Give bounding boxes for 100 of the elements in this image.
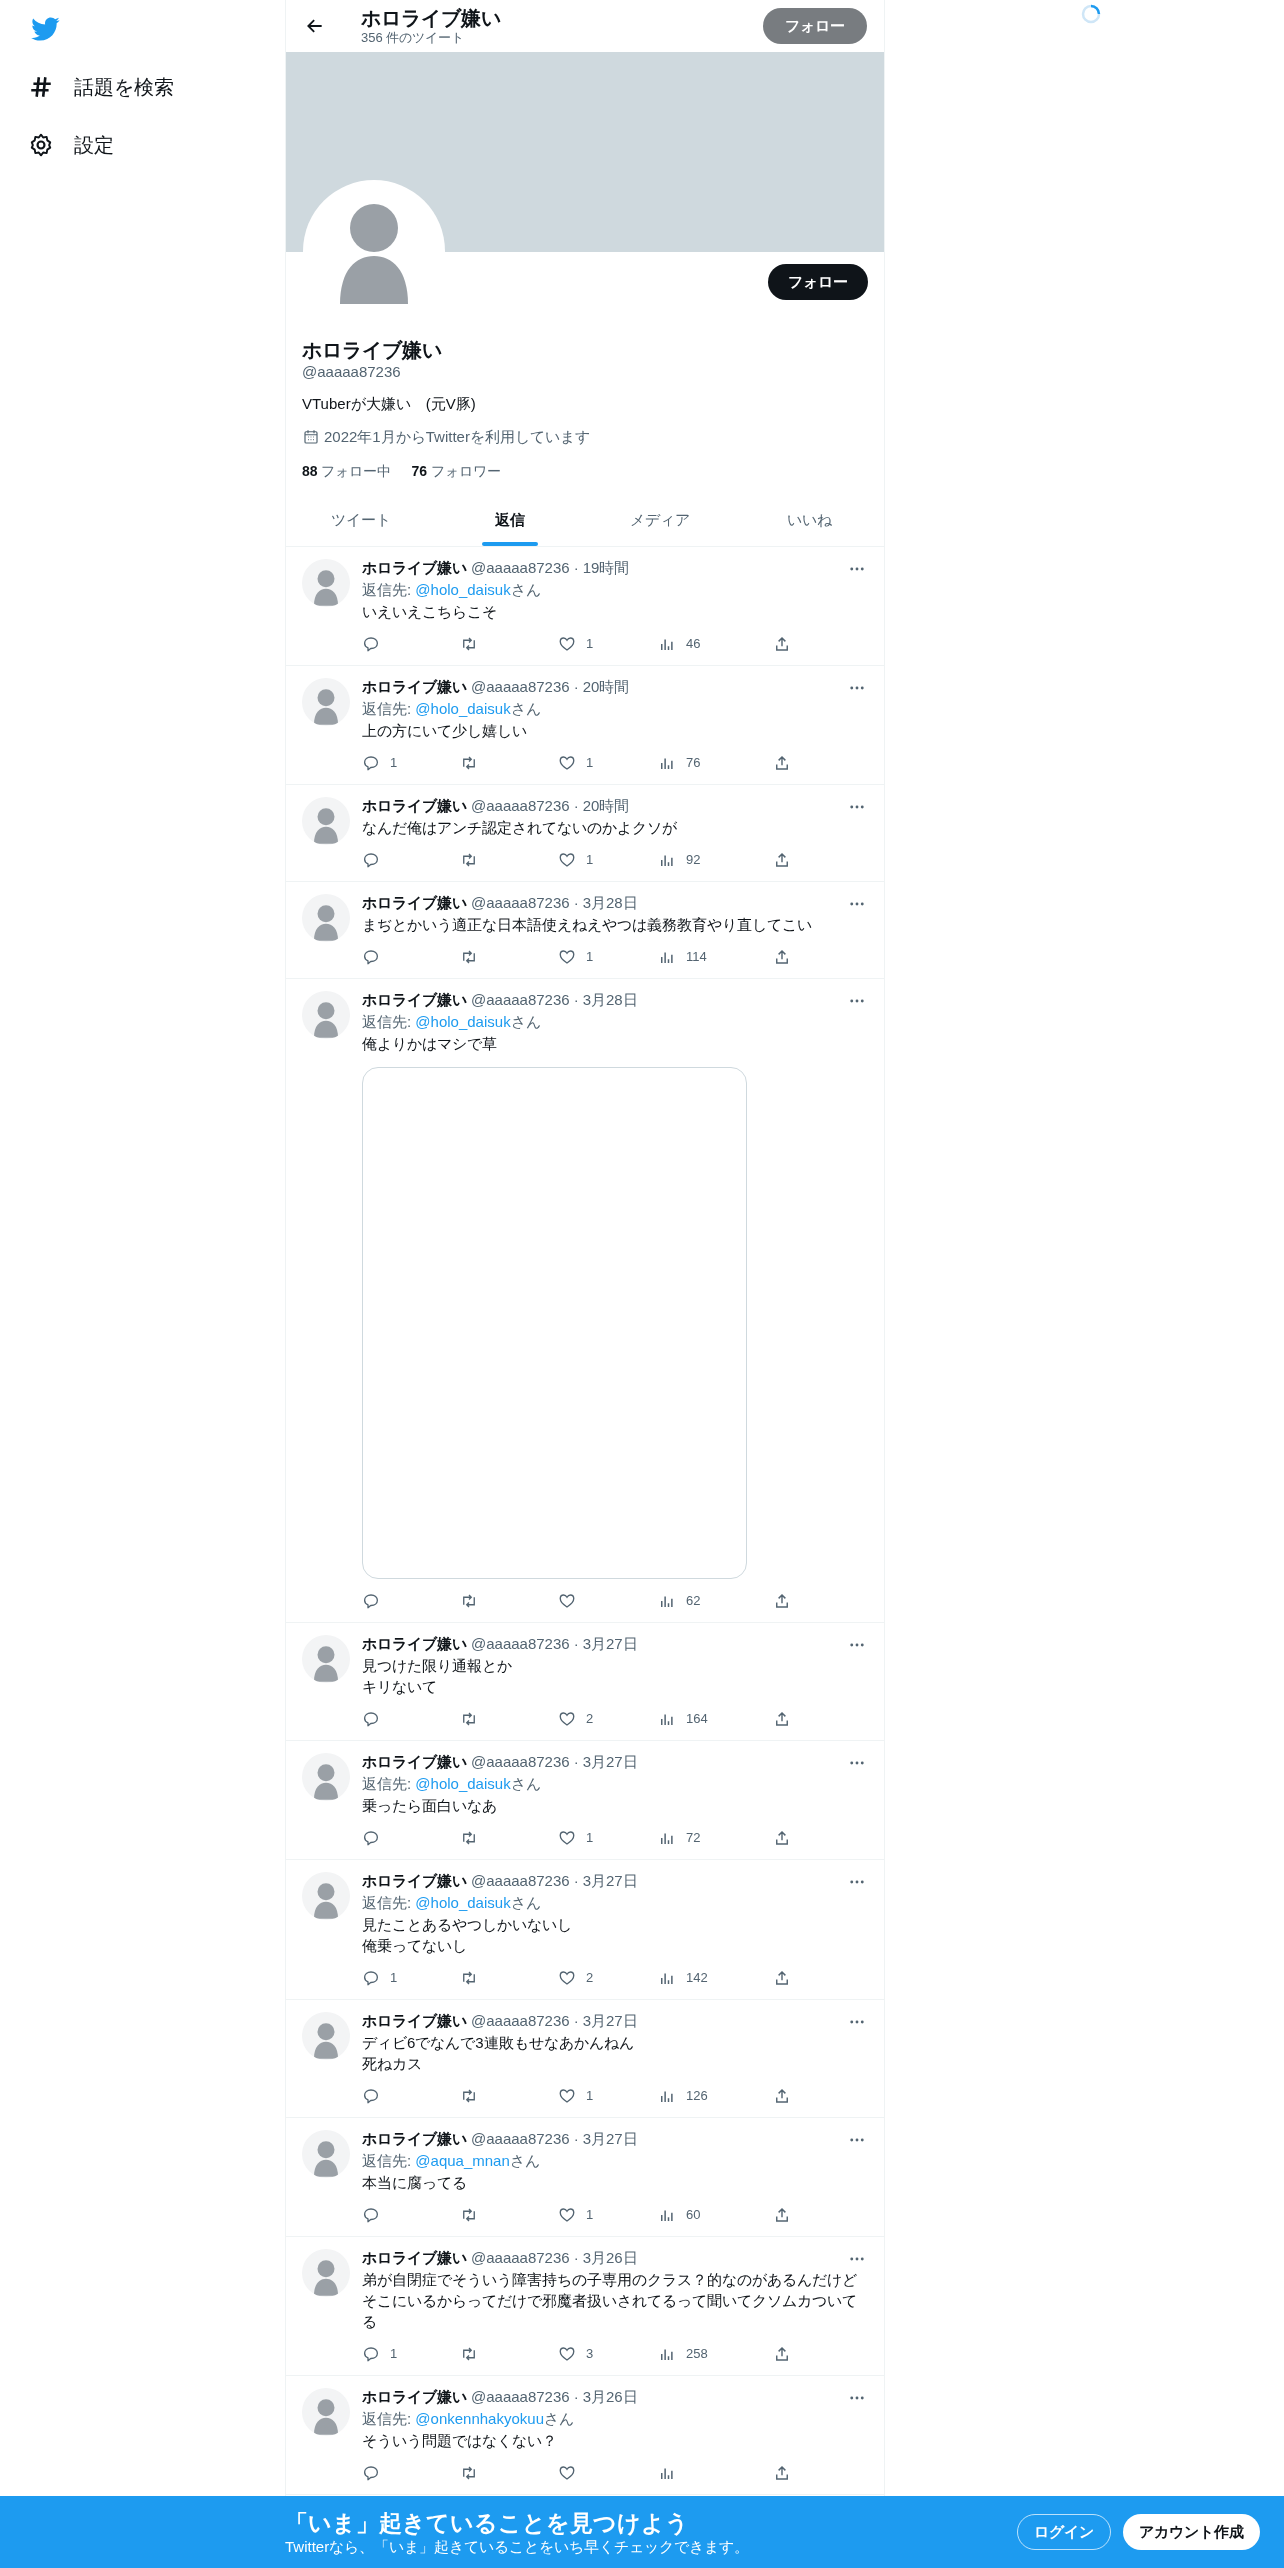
heart-icon[interactable] — [558, 2086, 576, 2105]
share-icon[interactable] — [773, 2205, 791, 2224]
tweet-time[interactable]: 3月27日 — [582, 2010, 638, 2033]
reply-icon[interactable] — [362, 850, 380, 869]
heart-icon[interactable] — [558, 947, 576, 966]
reply-icon[interactable] — [362, 2086, 380, 2105]
join-date: 2022年1月からTwitterを利用しています — [324, 427, 590, 447]
profile-tab[interactable]: ツイート — [286, 495, 436, 546]
tweet-time[interactable]: 3月28日 — [582, 989, 638, 1012]
like-count: 3 — [586, 2344, 594, 2363]
tweet[interactable]: ホロライブ嫌い @aaaaa87236 · 3月28日 返信先: @holo_daisukさん 俺よりかはマシで草 62 — [286, 978, 884, 1623]
tweet[interactable]: ホロライブ嫌い @aaaaa87236 · 3月26日 弟が自閉症でそういう障害持ちの子専用のクラス？的なのがあるんだけどそこにいるからってだけで邪魔者扱いされてるって聞いてクソムカついてる 1 3 258 — [286, 2236, 884, 2376]
tweet[interactable]: ホロライブ嫌い @aaaaa87236 · 3月27日 返信先: @holo_daisukさん 見たことあるやつしかいないし 俺乗ってないし 1 2 142 — [286, 1859, 884, 2000]
sidebar-item[interactable]: 話題を検索 — [28, 66, 186, 108]
follow-button[interactable]: フォロー — [768, 264, 868, 300]
reply-icon[interactable] — [362, 947, 380, 966]
reply-icon[interactable] — [362, 1591, 380, 1610]
avatar[interactable] — [302, 893, 350, 942]
view-count: 60 — [686, 2205, 701, 2224]
tweet-time[interactable]: 20時間 — [582, 795, 630, 818]
share-icon[interactable] — [773, 1828, 791, 1847]
heart-icon[interactable] — [558, 2463, 576, 2482]
tweet[interactable]: ホロライブ嫌い @aaaaa87236 · 20時間 なんだ俺はアンチ認定されてないのかよクソが 1 92 — [286, 784, 884, 882]
author-handle: @aaaaa87236 — [471, 2129, 570, 2150]
avatar[interactable] — [302, 990, 350, 1039]
tweet[interactable]: ホロライブ嫌い @aaaaa87236 · 19時間 返信先: @holo_daisukさん いえいえこちらこそ 1 46 — [286, 546, 884, 666]
bird-icon[interactable] — [30, 16, 60, 42]
followers-link[interactable]: 76 フォロワー — [411, 460, 501, 482]
tweet[interactable]: ホロライブ嫌い @aaaaa87236 · 3月27日 返信先: @holo_daisukさん 乗ったら面白いなあ 1 72 — [286, 1740, 884, 1860]
avatar[interactable] — [302, 2129, 350, 2178]
heart-icon[interactable] — [558, 2205, 576, 2224]
avatar[interactable] — [302, 796, 350, 845]
heart-icon[interactable] — [558, 1968, 576, 1987]
tweet-time[interactable]: 3月26日 — [582, 2247, 638, 2270]
share-icon[interactable] — [773, 634, 791, 653]
heart-icon[interactable] — [558, 1591, 576, 1610]
avatar[interactable] — [302, 1752, 350, 1801]
share-icon[interactable] — [773, 2086, 791, 2105]
reply-icon[interactable] — [362, 2205, 380, 2224]
tweet[interactable]: ホロライブ嫌い @aaaaa87236 · 3月27日 見つけた限り通報とか キリないて 2 164 — [286, 1622, 884, 1741]
separator-dot: · — [573, 1752, 579, 1773]
tweet[interactable]: ホロライブ嫌い @aaaaa87236 · 3月26日 返信先: @onkennhakyokuuさん そういう問題ではなくない？ — [286, 2375, 884, 2495]
tweet[interactable]: ホロライブ嫌い @aaaaa87236 · 3月27日 ディビ6でなんで3連敗もせなあかんねん 死ねカス 1 126 — [286, 1999, 884, 2118]
share-icon[interactable] — [773, 850, 791, 869]
reply-icon[interactable] — [362, 1968, 380, 1987]
profile-tab[interactable]: メディア — [585, 495, 735, 546]
reply-icon[interactable] — [362, 1709, 380, 1728]
heart-icon[interactable] — [558, 2344, 576, 2363]
banner-title: 「いま」起きていることを見つけよう — [285, 2509, 690, 2538]
tweet-time[interactable]: 3月28日 — [582, 892, 638, 915]
reply-icon[interactable] — [362, 753, 380, 772]
share-icon[interactable] — [773, 947, 791, 966]
avatar[interactable] — [302, 1634, 350, 1683]
avatar[interactable] — [302, 1871, 350, 1920]
heart-icon[interactable] — [558, 1709, 576, 1728]
share-icon[interactable] — [773, 1591, 791, 1610]
tweet-time[interactable]: 20時間 — [582, 676, 630, 699]
heart-icon[interactable] — [558, 634, 576, 653]
tweet[interactable]: ホロライブ嫌い @aaaaa87236 · 3月27日 返信先: @aqua_mnanさん 本当に腐ってる 1 60 — [286, 2117, 884, 2237]
reply-icon[interactable] — [362, 634, 380, 653]
tweet-time[interactable]: 3月27日 — [582, 1870, 638, 1893]
share-icon[interactable] — [773, 1968, 791, 1987]
tweet-time[interactable]: 19時間 — [582, 557, 630, 580]
reply-icon[interactable] — [362, 1828, 380, 1847]
heart-icon[interactable] — [558, 1828, 576, 1847]
like-count: 1 — [586, 2086, 594, 2105]
share-icon[interactable] — [773, 753, 791, 772]
tweet[interactable]: ホロライブ嫌い @aaaaa87236 · 3月28日 まぢとかいう適正な日本語使えねえやつは義務教育やり直してこい 1 114 — [286, 881, 884, 979]
author-name: ホロライブ嫌い — [362, 2387, 467, 2408]
heart-icon[interactable] — [558, 850, 576, 869]
avatar[interactable] — [302, 2248, 350, 2297]
tweet-time[interactable]: 3月26日 — [582, 2386, 638, 2409]
share-icon[interactable] — [773, 2344, 791, 2363]
settings-icon — [28, 132, 54, 158]
tweet-time[interactable]: 3月27日 — [582, 1633, 638, 1656]
share-icon[interactable] — [773, 2463, 791, 2482]
avatar[interactable] — [302, 558, 350, 607]
profile-tab[interactable]: いいね — [734, 495, 884, 546]
author-handle: @aaaaa87236 — [471, 2387, 570, 2408]
share-icon[interactable] — [773, 1709, 791, 1728]
reply-to-line: 返信先: @onkennhakyokuuさん — [362, 2408, 575, 2429]
tweet-time[interactable]: 3月27日 — [582, 2128, 638, 2151]
view-count: 92 — [686, 850, 701, 869]
author-handle: @aaaaa87236 — [471, 2248, 570, 2269]
following-link[interactable]: 88 フォロー中 — [302, 460, 392, 482]
tweet[interactable]: ホロライブ嫌い @aaaaa87236 · 20時間 返信先: @holo_daisukさん 上の方にいて少し嬉しい 1 1 76 — [286, 665, 884, 785]
reply-icon[interactable] — [362, 2344, 380, 2363]
author-name: ホロライブ嫌い — [362, 796, 467, 817]
heart-icon[interactable] — [558, 753, 576, 772]
author-handle: @aaaaa87236 — [471, 990, 570, 1011]
follow-button[interactable]: フォロー — [763, 8, 867, 44]
signup-button[interactable]: アカウント作成 — [1123, 2514, 1260, 2550]
sidebar-item[interactable]: 設定 — [28, 124, 186, 166]
avatar[interactable] — [302, 2387, 350, 2436]
profile-tab[interactable]: 返信 — [435, 495, 585, 546]
tweet-text: 弟が自閉症でそういう障害持ちの子専用のクラス？的なのがあるんだけどそこにいるからってだけで邪魔者扱いされてるって聞いてクソムカついてる — [362, 2269, 858, 2332]
avatar[interactable] — [302, 677, 350, 726]
tweet-time[interactable]: 3月27日 — [582, 1751, 638, 1774]
avatar[interactable] — [302, 2011, 350, 2060]
reply-icon[interactable] — [362, 2463, 380, 2482]
